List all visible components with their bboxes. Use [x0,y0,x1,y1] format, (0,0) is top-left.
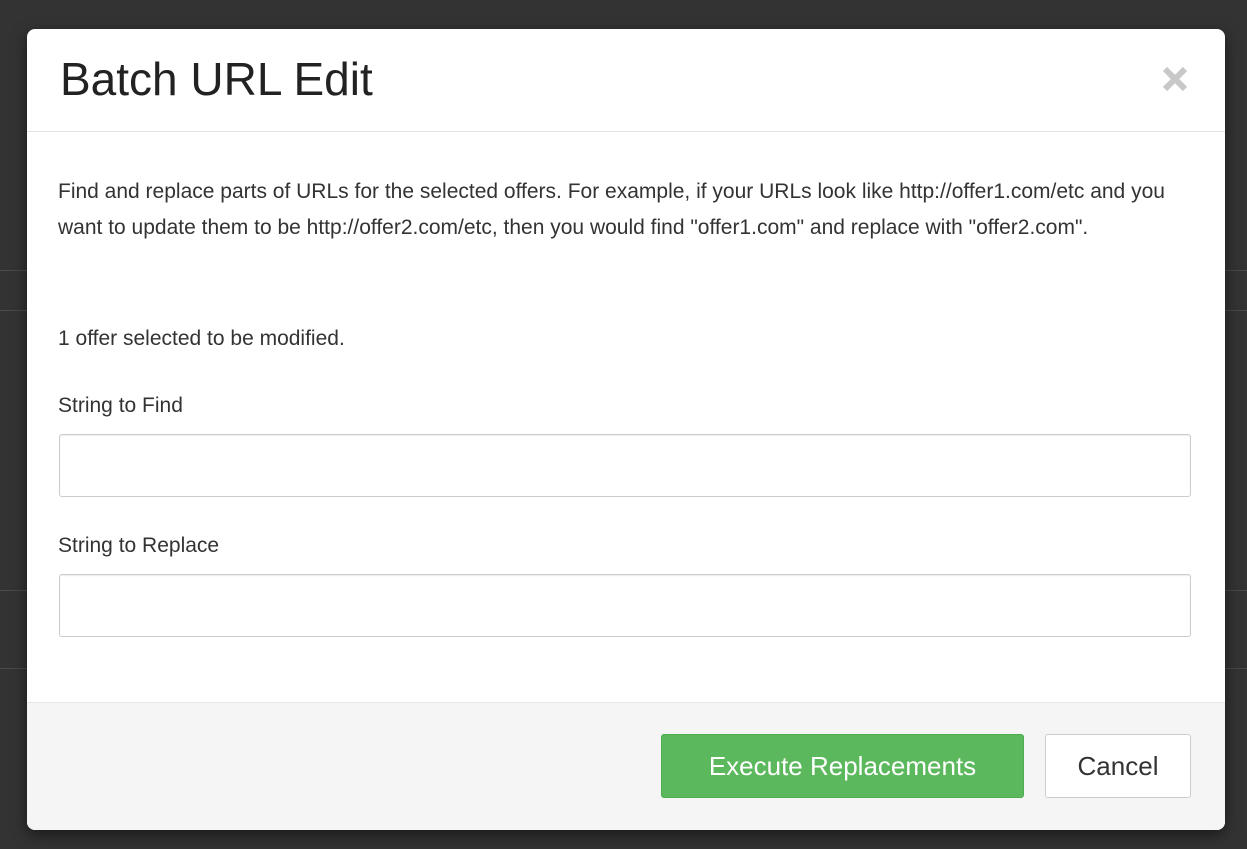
batch-url-edit-modal: Batch URL Edit Find and replace parts of… [27,29,1225,830]
modal-footer: Execute Replacements Cancel [27,702,1225,830]
close-button[interactable] [1155,59,1195,99]
close-icon [1162,66,1188,92]
execute-replacements-button[interactable]: Execute Replacements [661,734,1024,798]
replace-field-label: String to Replace [58,534,220,557]
replace-string-input[interactable] [59,574,1191,637]
description-text: Find and replace parts of URLs for the s… [58,180,1165,239]
modal-title: Batch URL Edit [60,53,373,105]
cancel-button[interactable]: Cancel [1045,734,1191,798]
selected-count-text: 1 offer selected to be modified. [58,327,345,350]
modal-header: Batch URL Edit [27,29,1225,132]
modal-body: Find and replace parts of URLs for the s… [27,132,1225,702]
find-string-input[interactable] [59,434,1191,497]
find-field-label: String to Find [58,394,183,417]
